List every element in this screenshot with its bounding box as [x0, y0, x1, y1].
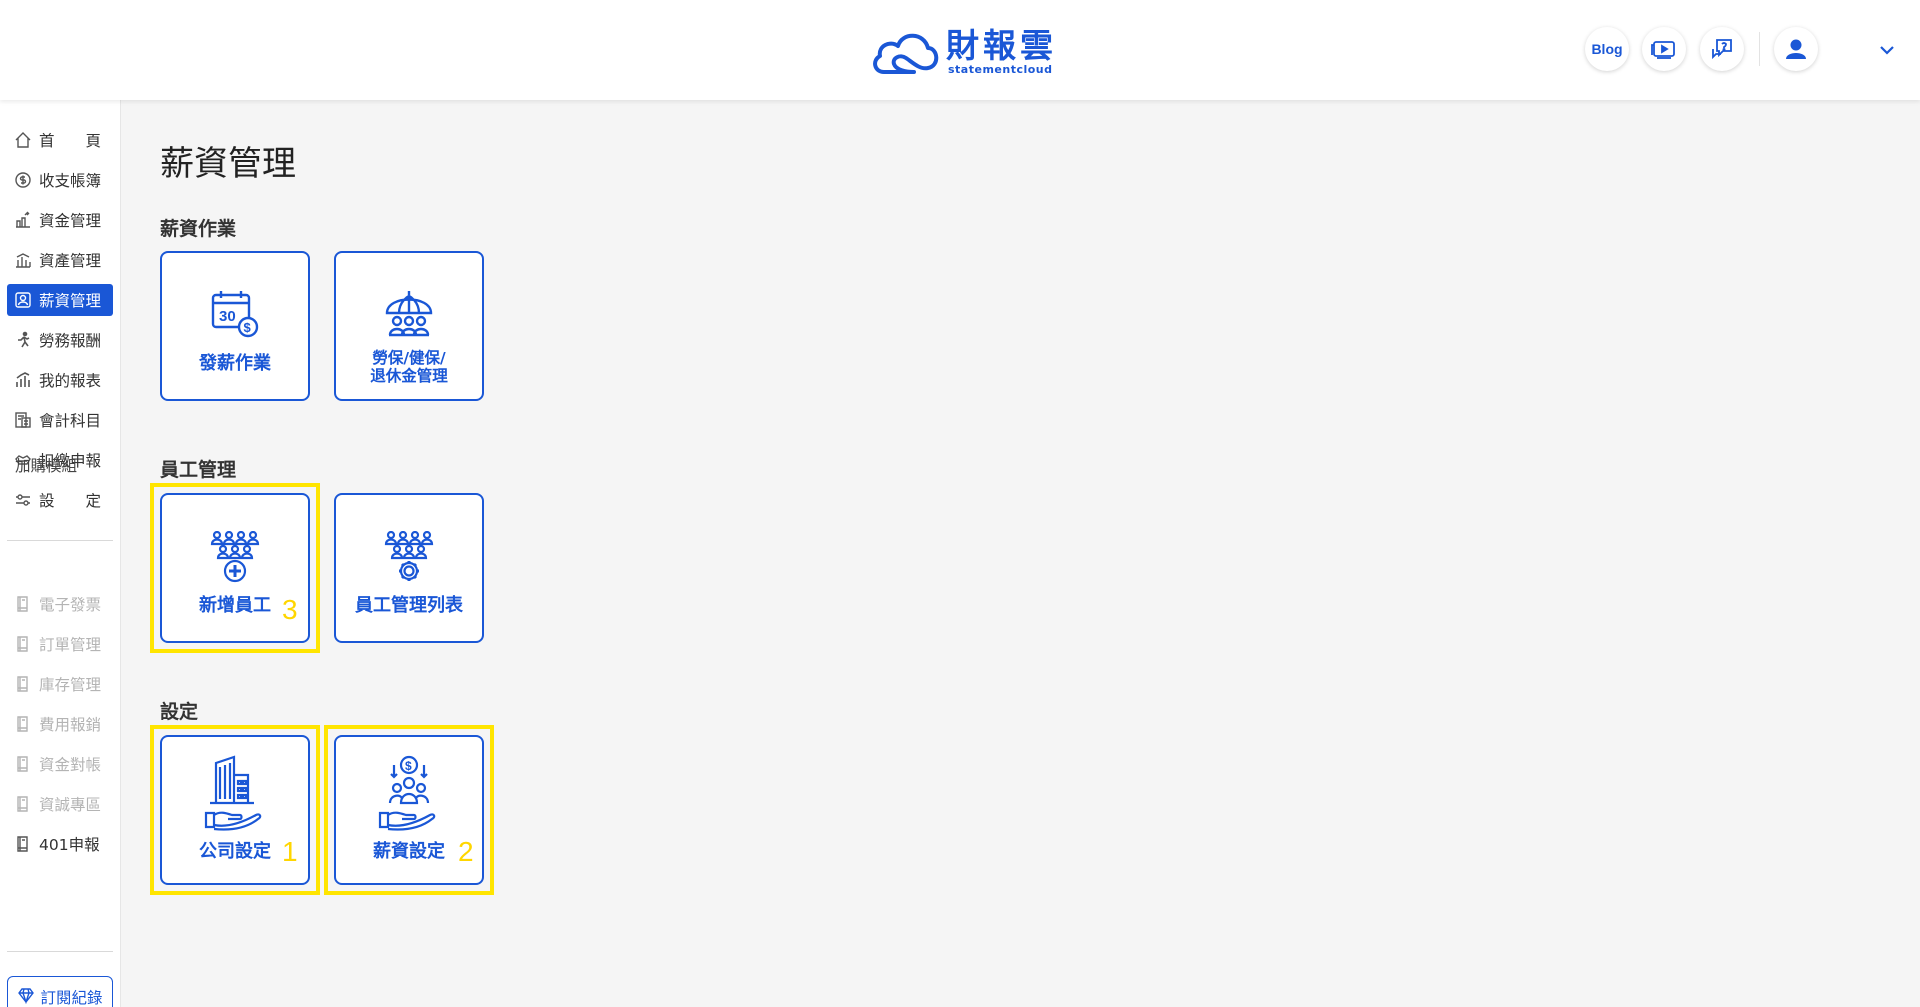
highlight-number: 1	[282, 836, 298, 867]
sidebar-item-settings[interactable]: 設定	[7, 484, 113, 516]
user-avatar-icon	[1786, 39, 1806, 59]
highlight-number: 3	[282, 594, 298, 625]
report-icon	[16, 372, 30, 387]
settings-sliders-icon	[16, 494, 30, 506]
lock-book-icon	[17, 756, 28, 772]
sidebar-item-payroll[interactable]: 薪資管理	[7, 284, 113, 316]
sidebar-addon-orders[interactable]: 訂單管理	[7, 628, 113, 660]
sidebar-item-report[interactable]: 我的報表	[7, 364, 113, 396]
sidebar-item-label: 訂單管理	[39, 636, 102, 654]
lock-book-icon	[17, 596, 28, 612]
cloud-logo-icon	[873, 33, 939, 74]
addon-section-title: 加購模組	[15, 457, 78, 475]
accounts-icon	[15, 412, 31, 428]
card-label-line2: 退休金管理	[370, 367, 448, 385]
sidebar-item-label: 會計科目	[39, 412, 102, 430]
card-payday[interactable]: 30 $ 發薪作業	[160, 251, 310, 401]
subscription-record-button[interactable]: 訂閱紀錄	[7, 976, 113, 1007]
card-label: 發薪作業	[199, 353, 271, 374]
highlight-box-company-settings	[150, 725, 320, 895]
highlight-box-salary-settings	[324, 725, 494, 895]
sidebar-item-label: 資誠專區	[39, 796, 102, 814]
subscription-record-label: 訂閱紀錄	[40, 989, 103, 1007]
lock-book-icon	[17, 796, 28, 812]
page-title: 薪資管理	[160, 144, 296, 184]
labor-icon	[18, 331, 30, 348]
app-logo[interactable]: 財報雲 statementcloud	[870, 22, 1057, 78]
sidebar-item-label: 設定	[39, 492, 101, 510]
top-header: 財報雲 statementcloud Blog	[0, 0, 1920, 100]
payday-calendar-icon: 30 $	[211, 291, 259, 338]
card-label: 員工管理列表	[355, 595, 463, 616]
sidebar-item-label: 庫存管理	[39, 676, 102, 694]
user-avatar-button[interactable]	[1774, 27, 1818, 71]
sidebar-item-label: 電子發票	[39, 596, 102, 614]
logo-subtitle: statementcloud	[948, 63, 1053, 76]
sidebar-item-accounts[interactable]: 會計科目	[7, 404, 113, 436]
video-tutorial-icon	[1651, 41, 1675, 59]
sidebar-item-ledger[interactable]: 收支帳簿	[7, 164, 113, 196]
card-label-line1: 勞保/健保/	[372, 349, 446, 367]
sidebar-item-label: 費用報銷	[39, 716, 102, 734]
help-button[interactable]	[1700, 27, 1744, 71]
payroll-icon	[15, 292, 31, 308]
sidebar-item-label: 資金管理	[39, 212, 102, 230]
lock-book-icon	[17, 676, 28, 692]
sidebar-addon-expense[interactable]: 費用報銷	[7, 708, 113, 740]
asset-icon	[16, 253, 31, 268]
sidebar-addon-reconcile[interactable]: 資金對帳	[7, 748, 113, 780]
book-icon	[17, 836, 28, 852]
sidebar-addon-pwc[interactable]: 資誠專區	[7, 788, 113, 820]
section-title-settings: 設定	[160, 701, 199, 723]
logo-title: 財報雲	[946, 26, 1057, 65]
diamond-icon	[18, 988, 35, 1004]
blog-button[interactable]: Blog	[1585, 27, 1629, 71]
help-chat-icon	[1712, 39, 1732, 60]
sidebar-addon-401[interactable]: 401申報	[7, 828, 113, 860]
employee-settings-icon	[384, 531, 434, 581]
card-insurance[interactable]: 勞保/健保/ 退休金管理	[334, 251, 484, 401]
sidebar-item-home[interactable]: 首頁	[7, 124, 113, 156]
lock-book-icon	[17, 716, 28, 732]
chevron-down-icon[interactable]	[1877, 40, 1897, 60]
card-label: 勞保/健保/ 退休金管理	[370, 349, 448, 385]
highlight-box-add-employee	[150, 483, 320, 653]
sidebar-divider	[7, 540, 113, 541]
sidebar-item-label: 我的報表	[39, 372, 102, 390]
sidebar-divider	[7, 951, 113, 952]
sidebar-item-label: 資產管理	[39, 252, 102, 270]
sidebar: 首頁 收支帳簿 資金管理 資產管理 薪資管理 勞務報酬 我的報表 會計科目 扣繳…	[0, 100, 121, 1007]
coin-icon	[15, 172, 31, 188]
sidebar-item-label: 收支帳簿	[39, 172, 102, 190]
sidebar-item-label: 資金對帳	[39, 756, 102, 774]
sidebar-item-label: 勞務報酬	[39, 332, 102, 350]
card-employee-list[interactable]: 員工管理列表	[334, 493, 484, 643]
sidebar-addon-einvoice[interactable]: 電子發票	[7, 588, 113, 620]
video-tutorial-button[interactable]	[1642, 27, 1686, 71]
sidebar-item-asset[interactable]: 資產管理	[7, 244, 113, 276]
header-divider	[1759, 32, 1760, 66]
home-icon	[15, 132, 31, 148]
sidebar-addon-inventory[interactable]: 庫存管理	[7, 668, 113, 700]
insurance-umbrella-icon	[385, 291, 433, 337]
section-title-payroll-ops: 薪資作業	[160, 218, 237, 240]
sidebar-item-label: 薪資管理	[39, 292, 102, 310]
fund-icon	[16, 211, 30, 228]
sidebar-item-label: 401申報	[39, 836, 100, 854]
svg-text:30: 30	[219, 308, 236, 325]
sidebar-item-fund[interactable]: 資金管理	[7, 204, 113, 236]
section-title-employee-mgmt: 員工管理	[160, 459, 237, 481]
sidebar-item-labor[interactable]: 勞務報酬	[7, 324, 113, 356]
highlight-number: 2	[458, 836, 474, 867]
svg-text:$: $	[244, 320, 252, 335]
lock-book-icon	[17, 636, 28, 652]
sidebar-item-label: 首頁	[39, 132, 101, 150]
